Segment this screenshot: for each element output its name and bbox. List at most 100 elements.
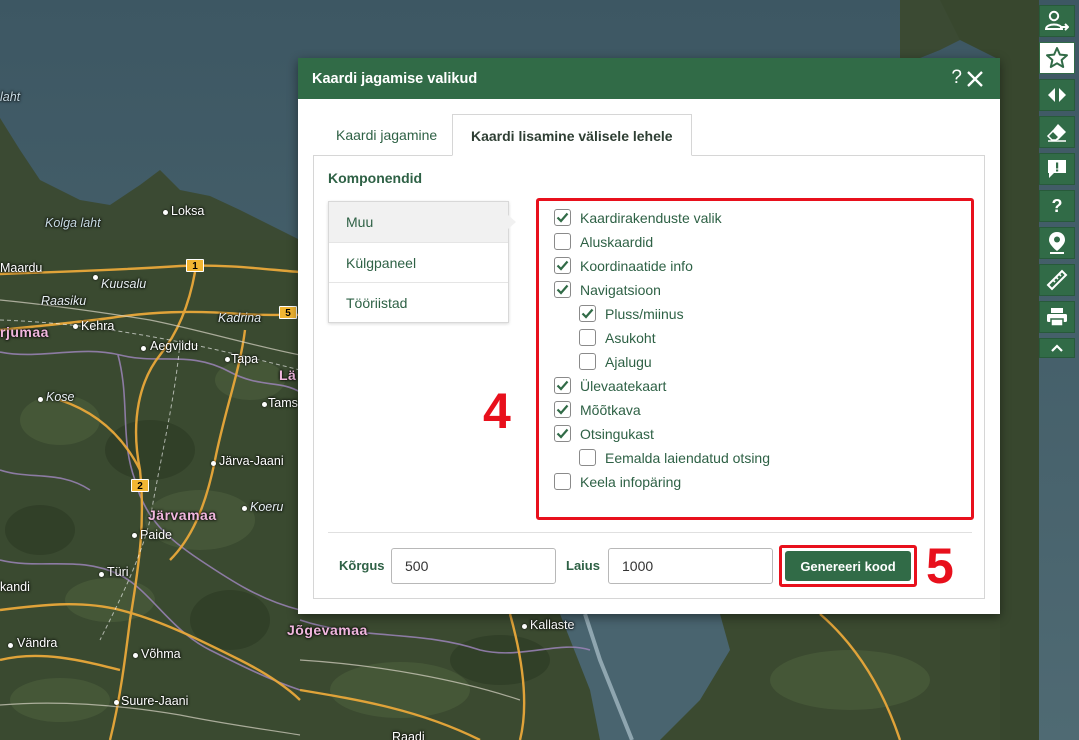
components-title: Komponendid bbox=[328, 170, 423, 186]
map-water-label: Kolga laht bbox=[45, 216, 101, 230]
location-button[interactable] bbox=[1039, 227, 1075, 259]
map-place-label: Vändra bbox=[17, 636, 58, 650]
collapse-toolbar-button[interactable] bbox=[1039, 338, 1075, 358]
compare-button[interactable] bbox=[1039, 79, 1075, 111]
eraser-button[interactable] bbox=[1039, 116, 1075, 148]
option-row[interactable]: Asukoht bbox=[579, 329, 656, 346]
checkbox-checked[interactable] bbox=[554, 209, 571, 226]
map-place-label: Tapa bbox=[231, 352, 259, 366]
print-button[interactable] bbox=[1039, 301, 1075, 333]
map-place-dot bbox=[8, 643, 13, 648]
map-place-dot bbox=[242, 506, 247, 511]
option-label: Ülevaatekaart bbox=[580, 377, 667, 394]
option-row[interactable]: Aluskaardid bbox=[554, 233, 653, 250]
map-place-dot bbox=[73, 324, 78, 329]
checkbox-unchecked[interactable] bbox=[579, 329, 596, 346]
annotation-number-4: 4 bbox=[483, 383, 511, 439]
check-icon bbox=[556, 428, 569, 439]
map-water-label: laht bbox=[0, 90, 21, 104]
dialog-help-button[interactable]: ? bbox=[951, 68, 962, 88]
options-highlight-box: Kaardirakenduste valik Aluskaardid Koordin… bbox=[536, 198, 974, 520]
feedback-button[interactable] bbox=[1039, 153, 1075, 185]
option-row[interactable]: Kaardirakenduste valik bbox=[554, 209, 722, 226]
option-row[interactable]: Ülevaatekaart bbox=[554, 377, 666, 394]
checkbox-unchecked[interactable] bbox=[554, 233, 571, 250]
check-icon bbox=[581, 308, 594, 319]
option-row[interactable]: Koordinaatide info bbox=[554, 257, 693, 274]
generate-highlight-box: Genereeri kood bbox=[779, 545, 917, 587]
option-row[interactable]: Keela infopäring bbox=[554, 473, 681, 490]
chevron-up-icon bbox=[1050, 343, 1064, 353]
height-input[interactable] bbox=[391, 548, 556, 584]
map-place-label: Järva-Jaani bbox=[219, 454, 284, 468]
option-row[interactable]: Ajalugu bbox=[579, 353, 652, 370]
option-row[interactable]: Navigatsioon bbox=[554, 281, 661, 298]
map-place-label: kandi bbox=[0, 580, 30, 594]
checkbox-checked[interactable] bbox=[554, 401, 571, 418]
map-place-dot bbox=[522, 624, 527, 629]
map-place-label: Raasiku bbox=[41, 294, 87, 308]
ruler-icon bbox=[1045, 268, 1069, 292]
checkbox-checked[interactable] bbox=[554, 281, 571, 298]
close-icon bbox=[966, 71, 984, 92]
generate-code-button[interactable]: Genereeri kood bbox=[785, 551, 911, 581]
check-icon bbox=[556, 404, 569, 415]
annotation-number-5: 5 bbox=[926, 538, 954, 594]
component-item-kulgpaneel[interactable]: Külgpaneel bbox=[329, 242, 508, 282]
checkbox-unchecked[interactable] bbox=[579, 353, 596, 370]
measure-button[interactable] bbox=[1039, 264, 1075, 296]
option-row[interactable]: Pluss/miinus bbox=[579, 305, 684, 322]
tab-share-map[interactable]: Kaardi jagamine bbox=[318, 114, 455, 156]
option-label: Eemalda laiendatud otsing bbox=[605, 449, 771, 466]
share-user-button[interactable] bbox=[1039, 5, 1075, 37]
map-place-dot bbox=[132, 533, 137, 538]
option-label: Pluss/miinus bbox=[605, 305, 684, 322]
map-toolbar: ? bbox=[1039, 5, 1075, 363]
map-place-label: Raadi bbox=[392, 730, 425, 740]
map-place-label: Türi bbox=[107, 565, 129, 579]
divider bbox=[328, 532, 972, 533]
map-place-dot bbox=[211, 461, 216, 466]
components-list: Muu Külgpaneel Tööriistad bbox=[328, 201, 516, 323]
check-icon bbox=[556, 380, 569, 391]
map-place-label: Kallaste bbox=[530, 618, 575, 632]
help-button[interactable]: ? bbox=[1039, 190, 1075, 222]
map-region-label: rjumaa bbox=[0, 324, 49, 340]
width-input[interactable] bbox=[608, 548, 773, 584]
favourite-button[interactable] bbox=[1039, 42, 1075, 74]
dialog-close-button[interactable] bbox=[966, 70, 984, 88]
map-place-label: Aegviidu bbox=[150, 339, 198, 353]
map-place-dot bbox=[262, 402, 267, 407]
road-shield: 1 bbox=[186, 259, 204, 272]
map-place-label: Kuusalu bbox=[101, 277, 147, 291]
map-region-label: Jõgevamaa bbox=[287, 622, 368, 638]
checkbox-checked[interactable] bbox=[554, 257, 571, 274]
map-place-dot bbox=[225, 357, 230, 362]
map-place-label: Koeru bbox=[250, 500, 284, 514]
map-region-label: Järvamaa bbox=[148, 507, 217, 523]
map-place-label: Loksa bbox=[171, 204, 205, 218]
map-place-label: Suure-Jaani bbox=[121, 694, 189, 708]
checkbox-unchecked[interactable] bbox=[579, 449, 596, 466]
location-pin-icon bbox=[1047, 231, 1067, 255]
checkbox-checked[interactable] bbox=[554, 377, 571, 394]
checkbox-checked[interactable] bbox=[579, 305, 596, 322]
tab-embed-map[interactable]: Kaardi lisamine välisele lehele bbox=[452, 114, 692, 156]
map-place-label: Tams bbox=[268, 396, 298, 410]
checkbox-checked[interactable] bbox=[554, 425, 571, 442]
option-row[interactable]: Mõõtkava bbox=[554, 401, 641, 418]
checkbox-unchecked[interactable] bbox=[554, 473, 571, 490]
option-label: Koordinaatide info bbox=[580, 257, 693, 274]
map-place-dot bbox=[93, 275, 98, 280]
share-options-dialog: Kaardi jagamise valikud ? Kaardi jagamin… bbox=[298, 58, 1000, 614]
option-label: Ajalugu bbox=[605, 353, 652, 370]
option-label: Mõõtkava bbox=[580, 401, 641, 418]
map-place-dot bbox=[163, 210, 168, 215]
eraser-icon bbox=[1045, 121, 1069, 143]
map-place-label: Paide bbox=[140, 528, 172, 542]
map-region-label: Lä bbox=[279, 367, 297, 383]
option-row[interactable]: Eemalda laiendatud otsing bbox=[579, 449, 770, 466]
component-item-muu[interactable]: Muu bbox=[329, 202, 516, 242]
component-item-tooriistad[interactable]: Tööriistad bbox=[329, 282, 508, 322]
option-row[interactable]: Otsingukast bbox=[554, 425, 654, 442]
